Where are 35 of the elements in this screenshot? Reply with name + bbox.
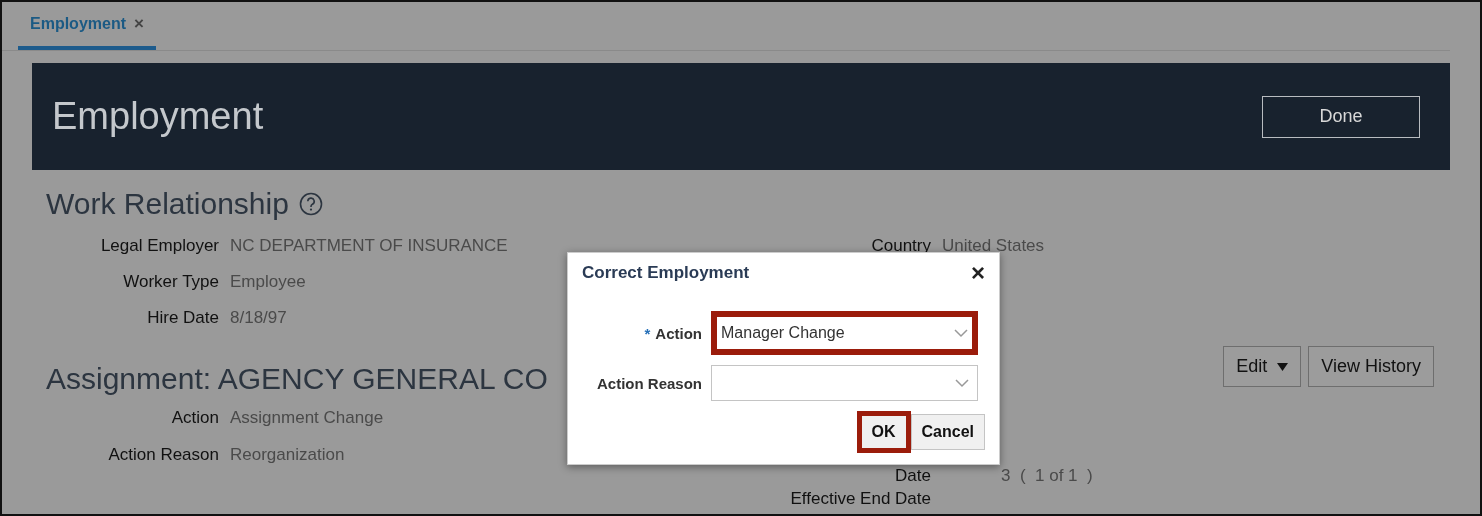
- field-label: Date: [894, 466, 931, 486]
- field-label: Effective End Date: [789, 489, 931, 509]
- field-label: Hire Date: [146, 308, 219, 328]
- field-label: Action: [170, 408, 219, 428]
- view-history-button[interactable]: View History: [1308, 346, 1434, 387]
- ok-button[interactable]: OK: [856, 411, 911, 453]
- help-icon[interactable]: [298, 192, 323, 216]
- close-icon[interactable]: ×: [134, 14, 144, 34]
- edit-menu-button[interactable]: Edit: [1223, 346, 1302, 387]
- field-value: Reorganization: [230, 445, 346, 465]
- field-value: Assignment Change: [230, 408, 385, 428]
- close-icon[interactable]: ×: [971, 259, 985, 287]
- field-label: Worker Type: [122, 272, 219, 292]
- done-button[interactable]: Done: [1262, 95, 1420, 138]
- cancel-button[interactable]: Cancel: [910, 414, 985, 450]
- select-field[interactable]: Manager Change: [711, 311, 978, 355]
- page-title: Employment: [52, 95, 264, 138]
- required-mark: *: [644, 324, 651, 342]
- field-label: Legal Employer: [99, 236, 219, 256]
- chevron-down-icon: [955, 378, 969, 388]
- section-title: Assignment: AGENCY GENERAL CO: [46, 362, 548, 396]
- field-value: United States: [942, 236, 1045, 256]
- chevron-down-icon: [954, 328, 968, 338]
- select-field[interactable]: [711, 365, 978, 401]
- field-label: Country: [870, 236, 931, 256]
- dialog-title: Correct Employment: [582, 263, 750, 283]
- field-label: Action Reason: [597, 374, 702, 392]
- section-title: Work Relationship: [46, 187, 289, 221]
- tab[interactable]: Employment ×: [18, 2, 156, 50]
- field-value: NC DEPARTMENT OF INSURANCE: [230, 236, 509, 256]
- field-value: 8/18/97: [230, 308, 288, 328]
- field-label: Action: [655, 324, 702, 342]
- field-value: 3 ( 1 of 1 ): [1001, 466, 1093, 486]
- caret-icon: [1277, 362, 1289, 371]
- field-label: Action Reason: [107, 445, 219, 465]
